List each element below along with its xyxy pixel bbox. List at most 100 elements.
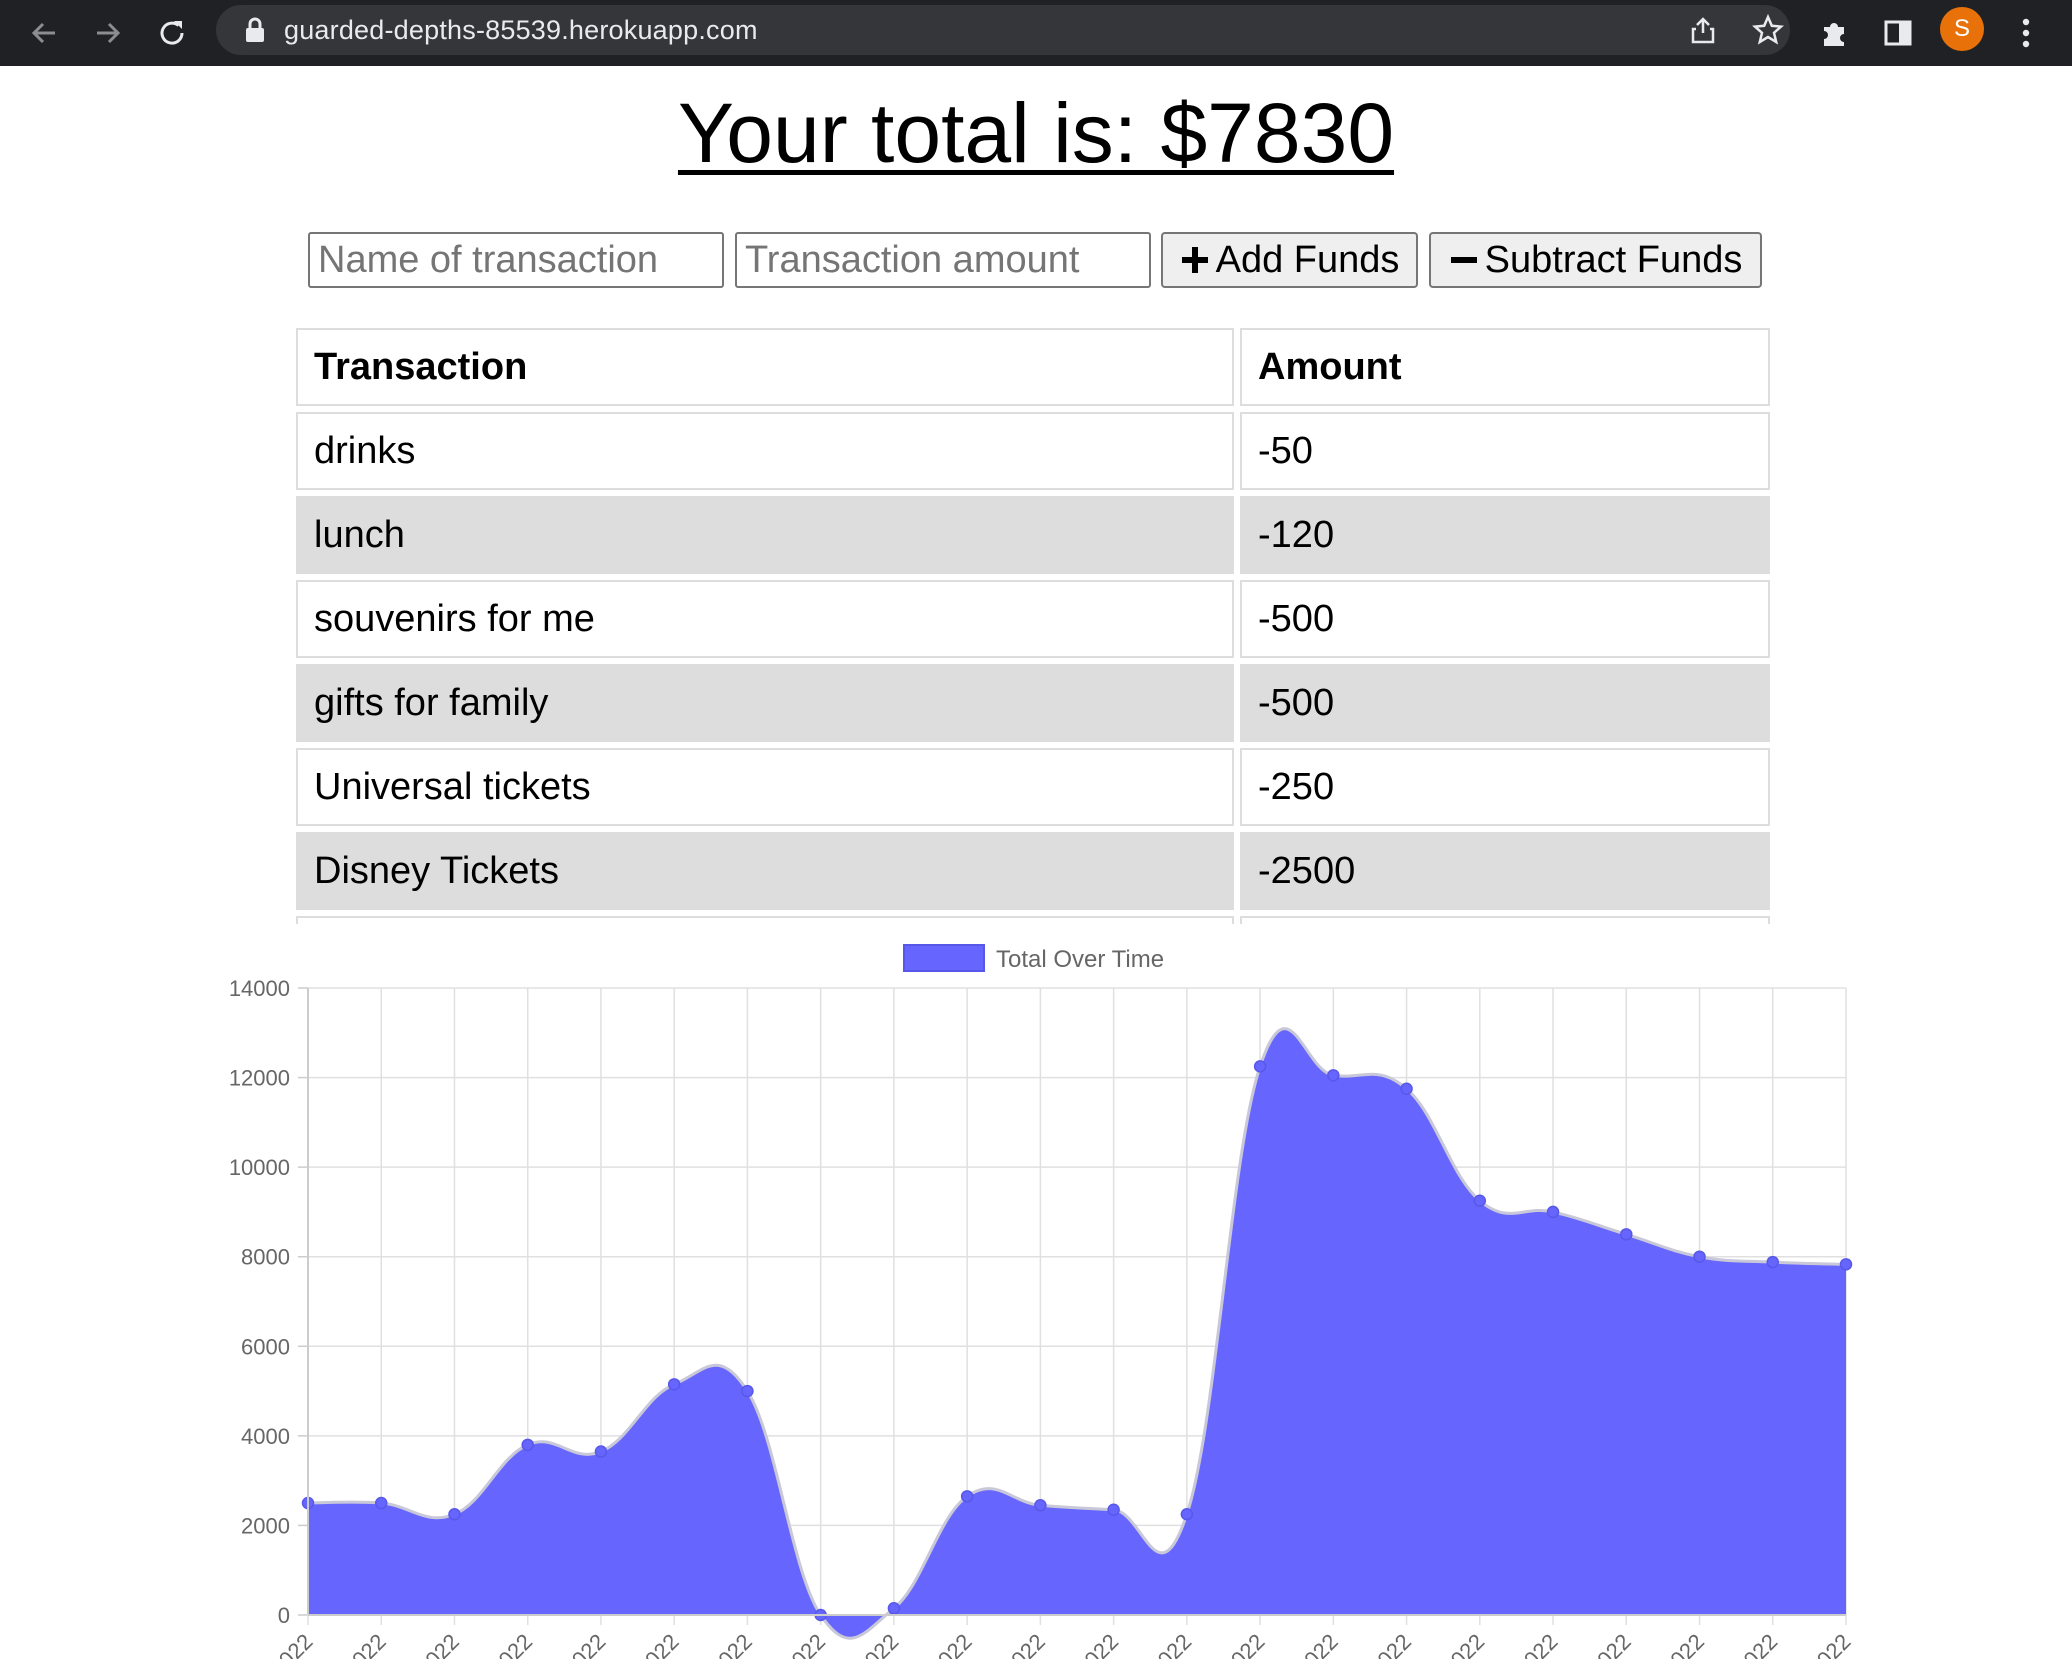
data-point xyxy=(1400,1082,1413,1096)
extensions-button[interactable] xyxy=(1810,9,1858,57)
browser-toolbar: guarded-depths-85539.herokuapp.com S xyxy=(0,0,2072,66)
transaction-amount-cell: -250 xyxy=(1240,748,1770,826)
data-point xyxy=(667,1378,681,1391)
data-point xyxy=(594,1445,608,1458)
data-point xyxy=(1693,1250,1706,1263)
transaction-amount-cell: -50 xyxy=(1240,412,1770,490)
transaction-form: Add Funds Subtract Funds xyxy=(0,232,2072,288)
data-point xyxy=(1180,1507,1194,1521)
lock-icon xyxy=(246,17,264,42)
data-point xyxy=(741,1384,754,1398)
x-tick-label: 022 xyxy=(1739,1629,1783,1659)
data-point xyxy=(960,1490,974,1503)
x-tick-label: 022 xyxy=(787,1629,831,1659)
data-point xyxy=(1034,1499,1047,1512)
table-row: lunch -120 xyxy=(296,496,1770,574)
table-row: Universal tickets -250 xyxy=(296,748,1770,826)
subtract-funds-button[interactable]: Subtract Funds xyxy=(1429,232,1762,288)
data-point xyxy=(1546,1205,1560,1219)
back-button[interactable] xyxy=(20,9,68,57)
back-arrow-icon xyxy=(31,22,55,44)
y-tick-label: 4000 xyxy=(241,1424,290,1449)
transaction-name-cell: Universal tickets xyxy=(296,748,1235,826)
minus-icon xyxy=(1450,257,1477,263)
transaction-amount-cell xyxy=(1240,916,1770,924)
y-tick-label: 2000 xyxy=(241,1513,290,1538)
transaction-amount-cell: -120 xyxy=(1240,496,1770,574)
forward-button[interactable] xyxy=(84,9,132,57)
transactions-table: Transaction Amount drinks -50 lunch -120… xyxy=(296,328,1776,924)
transaction-name-cell: lunch xyxy=(296,496,1235,574)
transaction-name-input[interactable] xyxy=(308,232,724,288)
column-header-amount: Amount xyxy=(1240,328,1770,406)
transaction-name-cell: Disney Tickets xyxy=(296,832,1235,910)
add-funds-label: Add Funds xyxy=(1215,238,1400,281)
share-icon[interactable] xyxy=(1688,15,1718,45)
reload-icon xyxy=(160,21,184,45)
x-tick-label: 022 xyxy=(933,1629,977,1659)
data-point xyxy=(1473,1194,1487,1207)
total-over-time-chart: 0 2000 4000 6000 8000 10000 12000 14000 022 022 02… xyxy=(229,944,1856,1659)
side-panel-icon xyxy=(1884,20,1912,46)
x-tick-label: 022 xyxy=(1812,1629,1856,1659)
kebab-menu-icon xyxy=(2022,18,2030,48)
total-area-fill xyxy=(308,1028,1846,1639)
x-tick-label: 022 xyxy=(1592,1629,1636,1659)
x-tick-label: 022 xyxy=(567,1629,611,1659)
bookmark-star-icon[interactable] xyxy=(1752,14,1784,46)
page-title: Your total is: $7830 xyxy=(677,86,1395,180)
legend-swatch xyxy=(903,944,985,972)
x-tick-label: 022 xyxy=(347,1629,391,1659)
data-point xyxy=(374,1496,388,1510)
x-tick-label: 022 xyxy=(1080,1629,1124,1659)
transaction-name-cell: drinks xyxy=(296,412,1235,490)
x-tick-label: 022 xyxy=(1665,1629,1709,1659)
transaction-name-cell: gifts for family xyxy=(296,664,1235,742)
data-point xyxy=(1839,1258,1853,1271)
table-row: drinks -50 xyxy=(296,412,1770,490)
x-tick-label: 022 xyxy=(494,1629,538,1659)
transaction-name-cell: souvenirs for me xyxy=(296,580,1235,658)
y-tick-label: 6000 xyxy=(241,1334,290,1359)
table-row: souvenirs for me -500 xyxy=(296,580,1770,658)
x-tick-label: 022 xyxy=(1299,1629,1343,1659)
y-tick-label: 12000 xyxy=(229,1066,290,1091)
x-tick-label: 022 xyxy=(420,1629,464,1659)
profile-avatar[interactable]: S xyxy=(1940,7,1984,51)
add-funds-button[interactable]: Add Funds xyxy=(1161,232,1418,288)
transaction-amount-cell: -500 xyxy=(1240,580,1770,658)
transactions-table-container[interactable]: Transaction Amount drinks -50 lunch -120… xyxy=(296,328,1776,924)
legend-label: Total Over Time xyxy=(996,946,1164,973)
reload-button[interactable] xyxy=(148,9,196,57)
table-row: Disney Tickets -2500 xyxy=(296,832,1770,910)
x-tick-label: 022 xyxy=(640,1629,684,1659)
plus-icon xyxy=(1181,247,1208,273)
browser-menu-button[interactable] xyxy=(2002,9,2050,57)
transaction-amount-cell: -500 xyxy=(1240,664,1770,742)
table-row xyxy=(296,916,1770,924)
x-tick-label: 022 xyxy=(1006,1629,1050,1659)
x-tick-label: 022 xyxy=(1226,1629,1270,1659)
puzzle-icon xyxy=(1824,23,1844,46)
data-point xyxy=(1107,1503,1120,1517)
table-row: gifts for family -500 xyxy=(296,664,1770,742)
data-point xyxy=(1620,1228,1633,1241)
transaction-amount-cell: -2500 xyxy=(1240,832,1770,910)
x-tick-label: 022 xyxy=(1153,1629,1197,1659)
column-header-transaction: Transaction xyxy=(296,328,1235,406)
data-point xyxy=(887,1602,901,1615)
address-bar[interactable]: guarded-depths-85539.herokuapp.com xyxy=(216,5,1790,55)
x-tick-label: 022 xyxy=(1519,1629,1563,1659)
y-tick-label: 10000 xyxy=(229,1155,290,1180)
y-tick-label: 8000 xyxy=(241,1245,290,1270)
url-text: guarded-depths-85539.herokuapp.com xyxy=(284,15,758,45)
transaction-amount-input[interactable] xyxy=(735,232,1151,288)
transaction-name-cell xyxy=(296,916,1235,924)
y-tick-label: 0 xyxy=(278,1603,290,1628)
x-tick-label: 022 xyxy=(274,1629,318,1659)
data-point xyxy=(521,1438,534,1452)
x-tick-label: 022 xyxy=(713,1629,757,1659)
subtract-funds-label: Subtract Funds xyxy=(1484,238,1743,281)
data-point xyxy=(1766,1255,1780,1269)
side-panel-button[interactable] xyxy=(1874,9,1922,57)
